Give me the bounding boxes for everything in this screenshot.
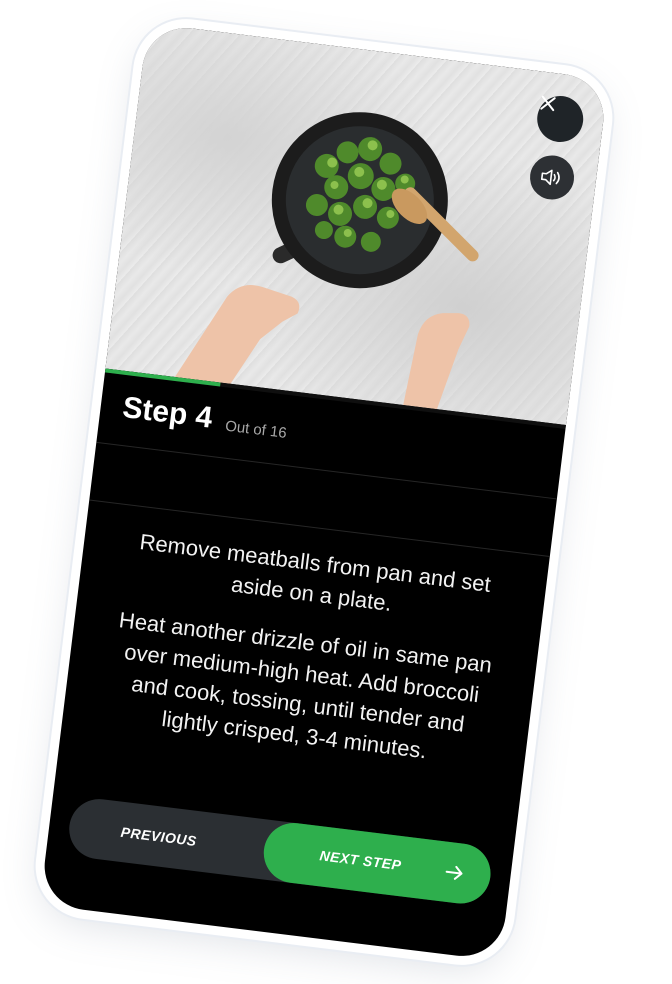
step-navigation: PREVIOUS NEXT STEP [65,795,494,907]
app-screen: Step 4 Out of 16 Remove meatballs from p… [0,0,672,984]
step-count: Out of 16 [224,417,288,442]
close-icon [540,95,556,112]
next-step-button[interactable]: NEXT STEP [260,819,494,907]
recipe-step-photo [105,23,609,425]
speaker-icon [540,169,560,186]
arrow-right-icon [445,865,463,880]
phone-frame: Step 4 Out of 16 Remove meatballs from p… [39,23,609,961]
instruction-paragraph: Heat another drizzle of oil in same pan … [117,607,494,764]
step-title: Step 4 [120,390,215,435]
previous-button[interactable]: PREVIOUS [66,796,252,877]
step-instructions: Remove meatballs from pan and set aside … [94,523,514,792]
previous-label: PREVIOUS [119,823,198,850]
broccoli-pan-image [174,112,479,410]
next-step-label: NEXT STEP [318,847,403,874]
